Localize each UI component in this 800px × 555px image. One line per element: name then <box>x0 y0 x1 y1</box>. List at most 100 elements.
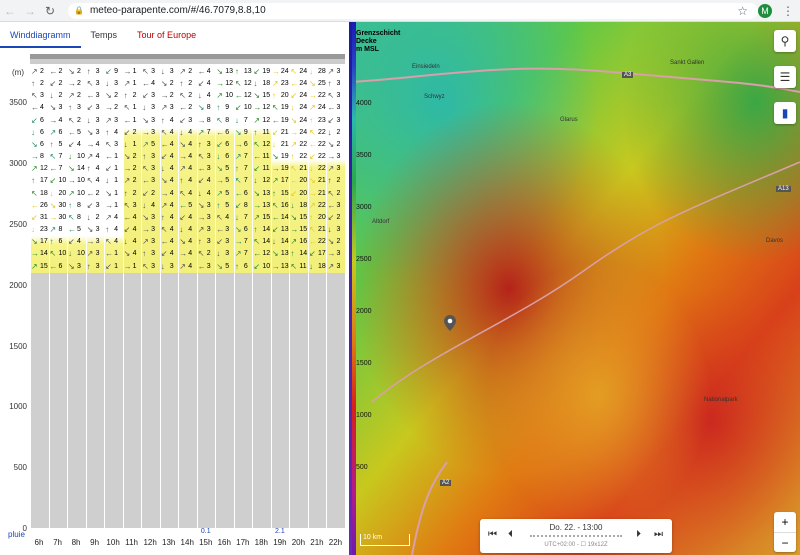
address-bar[interactable]: 🔒 meteo-parapente.com/#/46.7079,8.8,10 <box>68 2 758 19</box>
hour-label[interactable]: 13h <box>160 538 178 547</box>
wind-arrow-icon: ↓ <box>253 176 258 186</box>
wind-arrow-icon: ↖ <box>31 188 38 198</box>
wind-speed-value: 3 <box>95 201 100 209</box>
wind-arrow-icon: ↗ <box>31 164 38 174</box>
browser-menu-icon[interactable]: ⋮ <box>782 4 794 18</box>
hour-label[interactable]: 16h <box>215 538 233 547</box>
altitude-tick: 1500 <box>9 341 27 351</box>
wind-speed-value: 4 <box>169 213 174 221</box>
hour-label[interactable]: 12h <box>141 538 159 547</box>
hour-label[interactable]: 17h <box>234 538 252 547</box>
wind-speed-value: 4 <box>169 165 174 173</box>
wind-speed-value: 4 <box>188 238 193 246</box>
below-ground-area <box>30 272 345 528</box>
wind-arrow-icon: ↙ <box>216 237 223 247</box>
zoom-in-button[interactable]: + <box>774 512 796 532</box>
wind-diagram-grid[interactable]: ↗ 2 ↑ 2 ↖ 3 ← 4 ↙ 6 ↓ 6 ↘ 6 → 8 ↗ 12 ↑ 17 ↖ 18 ← 26 ↙ 31 ↓ 23 ↘ 17 → 14… <box>30 66 345 528</box>
wind-arrow-icon: ↓ <box>197 188 202 198</box>
altitude-tick: 500 <box>13 463 27 473</box>
wind-arrow-icon: → <box>105 103 114 113</box>
skip-start-icon[interactable]: ⏮ <box>488 529 497 540</box>
wind-speed-value: 4 <box>169 250 174 258</box>
wind-arrow-icon: ↗ <box>123 79 131 89</box>
wind-arrow-icon: ↙ <box>49 79 57 89</box>
wind-speed-value: 1 <box>114 250 119 258</box>
hour-label[interactable]: 19h <box>271 538 289 547</box>
wind-speed-value: 4 <box>225 213 230 221</box>
hour-label[interactable]: 18h <box>252 538 270 547</box>
wind-arrow-icon: ↓ <box>86 115 91 125</box>
forward-icon[interactable]: → <box>20 4 40 18</box>
map-view[interactable]: Grenzschicht Decke m MSL 4000 3500 3000 250… <box>352 22 800 555</box>
wind-speed-value: 5 <box>151 140 156 148</box>
hour-label[interactable]: 9h <box>86 538 104 547</box>
settings-sliders-icon[interactable]: ☰ <box>774 66 796 88</box>
wind-arrow-icon: ↗ <box>253 115 261 125</box>
legend-value: 1500 <box>356 360 372 367</box>
hour-label[interactable]: 15h <box>197 538 215 547</box>
step-forward-icon[interactable]: ⏵ <box>636 529 641 540</box>
wind-speed-value: 9 <box>243 128 248 136</box>
wind-arrow-icon: ↙ <box>142 91 149 101</box>
wind-speed-value: 7 <box>243 177 248 185</box>
step-back-icon[interactable]: ⏴ <box>508 529 513 540</box>
wind-arrow-icon: ← <box>105 152 114 162</box>
wind-arrow-icon: ↓ <box>271 237 276 247</box>
wind-speed-value: 4 <box>206 189 211 197</box>
wind-arrow-icon: → <box>105 200 114 210</box>
wind-arrow-icon: ↘ <box>216 261 223 271</box>
wind-arrow-icon: ↓ <box>31 225 35 235</box>
wind-arrow-icon: ← <box>197 164 206 174</box>
wind-speed-value: 3 <box>114 140 119 148</box>
wind-arrow-icon: ↘ <box>197 103 205 113</box>
wind-arrow-icon: ↗ <box>105 115 112 125</box>
tab-winddiagramm[interactable]: Winddiagramm <box>0 28 81 48</box>
hour-label[interactable]: 14h <box>178 538 196 547</box>
back-icon[interactable]: ← <box>0 4 20 18</box>
wind-speed-value: 3 <box>336 68 341 75</box>
search-icon[interactable]: ⚲ <box>774 30 796 52</box>
wind-arrow-icon: ↙ <box>179 212 186 222</box>
altitude-unit: (m) <box>12 68 24 77</box>
hour-label[interactable]: 8h <box>67 538 85 547</box>
hour-label[interactable]: 22h <box>326 538 344 547</box>
profile-avatar[interactable]: M <box>758 3 772 18</box>
wind-speed-value: 2 <box>151 189 156 197</box>
chart-icon[interactable]: ▮ <box>774 102 796 124</box>
hour-label[interactable]: 21h <box>308 538 326 547</box>
skip-end-icon[interactable]: ⏭ <box>654 529 663 540</box>
tab-tour-of-europe[interactable]: Tour of Europe <box>127 28 206 48</box>
wind-arrow-icon: ↙ <box>123 127 131 137</box>
wind-speed-value: 3 <box>206 213 211 221</box>
time-slider[interactable] <box>530 535 622 537</box>
bookmark-star-icon[interactable]: ☆ <box>737 4 748 18</box>
wind-arrow-icon: ← <box>31 200 39 210</box>
hour-label[interactable]: 20h <box>289 538 307 547</box>
wind-speed-value: 6 <box>40 116 44 124</box>
wind-arrow-icon: ↖ <box>234 79 242 89</box>
wind-speed-value: 13 <box>280 250 289 258</box>
hour-label[interactable]: 7h <box>49 538 67 547</box>
wind-arrow-icon: ↗ <box>68 91 75 101</box>
zoom-out-button[interactable]: − <box>774 532 796 552</box>
wind-speed-value: 18 <box>299 201 308 209</box>
wind-arrow-icon: ↓ <box>234 115 239 125</box>
tab-temps[interactable]: Temps <box>81 28 128 48</box>
wind-arrow-icon: ← <box>142 176 151 186</box>
wind-speed-value: 3 <box>336 250 341 258</box>
wind-arrow-icon: ↓ <box>308 164 313 174</box>
wind-speed-value: 10 <box>262 262 271 270</box>
wind-arrow-icon: ↘ <box>216 67 223 76</box>
hour-label[interactable]: 11h <box>123 538 141 547</box>
wind-speed-value: 4 <box>77 238 81 246</box>
hour-label[interactable]: 10h <box>104 538 122 547</box>
location-pin-icon[interactable] <box>444 315 456 331</box>
wind-speed-value: 2 <box>169 80 174 88</box>
wind-speed-value: 22 <box>317 92 326 100</box>
wind-speed-value: 3 <box>336 92 341 100</box>
wind-speed-value: 4 <box>77 140 81 148</box>
reload-icon[interactable]: ↻ <box>40 4 60 18</box>
wind-speed-value: 10 <box>58 250 67 258</box>
legend-title-line3: m MSL <box>356 46 379 53</box>
hour-label[interactable]: 6h <box>30 538 48 547</box>
